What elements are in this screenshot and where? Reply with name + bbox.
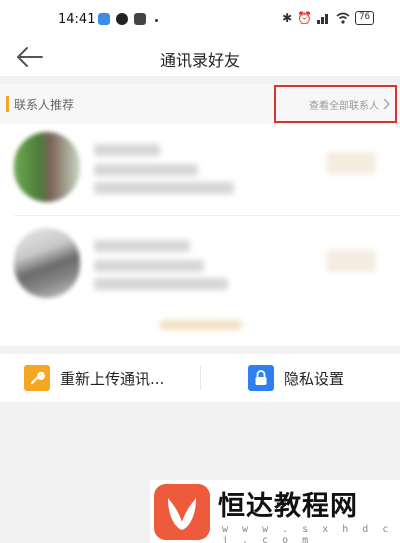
view-all-contacts-link[interactable]: 查看全部联系人 [274,85,397,123]
add-contact-button[interactable] [326,250,376,272]
contact-detail-blurred [94,182,234,194]
watermark-url: w w w . s x h d c j . c o m [222,524,393,543]
lock-icon [248,365,274,391]
status-bar: 14:41 ✱ ⏰ 76 [0,0,400,40]
bluetooth-icon: ✱ [282,11,293,25]
status-time: 14:41 [58,12,96,27]
contacts-recommend-panel: 联系人推荐 查看全部联系人 [0,84,400,346]
view-all-label: 查看全部联系人 [309,100,379,112]
action-bar: 重新上传通讯... 隐私设置 [0,354,400,402]
contact-name-blurred [94,240,190,252]
contact-detail-blurred [94,260,204,272]
notification-dot [155,19,158,22]
reupload-label: 重新上传通讯... [60,369,165,388]
contact-name-blurred [94,144,160,156]
alarm-icon: ⏰ [297,11,313,25]
contact-item[interactable] [0,228,400,318]
signal-icon [317,14,329,24]
privacy-settings-button[interactable]: 隐私设置 [248,354,344,402]
wrench-icon [24,365,50,391]
page-title: 通讯录好友 [159,51,240,70]
add-contact-button[interactable] [326,152,376,174]
divider [0,76,400,84]
app-badge-icon [98,13,110,25]
row-divider [14,215,400,216]
wifi-icon [336,12,350,24]
contact-avatar [14,228,80,298]
contact-avatar [14,132,80,202]
action-divider [200,366,201,390]
contact-item[interactable] [0,132,400,222]
site-watermark: 恒达教程网 w w w . s x h d c j . c o m [150,480,400,543]
app-badge-icon [134,13,146,25]
nav-bar: 通讯录好友 [0,40,400,76]
chevron-right-icon [383,98,391,110]
more-hint-blurred[interactable] [160,320,242,330]
section-title: 联系人推荐 [14,98,75,112]
battery-icon: 76 [355,11,374,25]
reupload-contacts-button[interactable]: 重新上传通讯... [24,354,164,402]
contact-detail-blurred [94,278,228,290]
leaf-logo [154,484,210,540]
contact-detail-blurred [94,164,198,176]
status-right-icons: ✱ ⏰ 76 [282,11,374,25]
section-header: 联系人推荐 查看全部联系人 [0,84,400,124]
section-accent-bar [6,96,9,112]
watermark-brand: 恒达教程网 [218,491,358,522]
privacy-label: 隐私设置 [284,369,345,388]
app-badge-icon [116,13,128,25]
